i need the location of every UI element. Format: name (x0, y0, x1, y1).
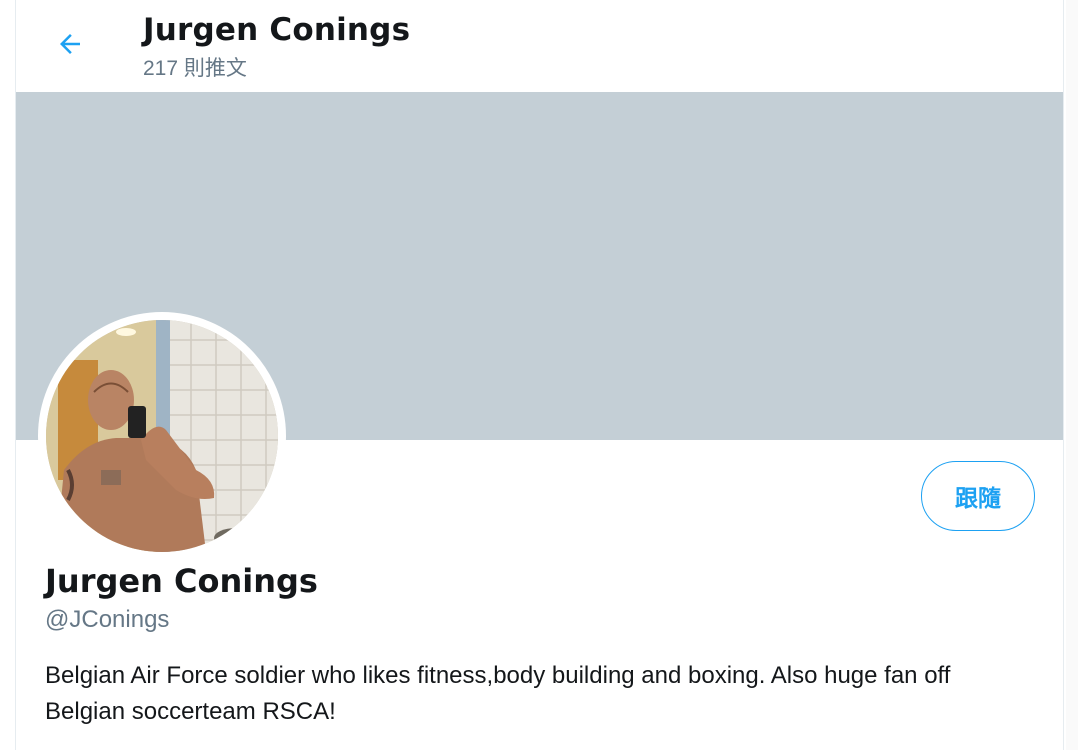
avatar-ring (38, 312, 286, 560)
avatar[interactable] (46, 320, 278, 552)
profile-bio: Belgian Air Force soldier who likes fitn… (45, 662, 951, 725)
profile-column: Jurgen Conings 217 則推文 跟隨 Jurgen Conings… (15, 0, 1064, 750)
header-title: Jurgen Conings (143, 12, 411, 48)
follow-button[interactable]: 跟隨 (921, 461, 1035, 531)
avatar-photo (46, 320, 278, 552)
top-bar: Jurgen Conings 217 則推文 (16, 0, 1063, 92)
back-arrow-icon (60, 34, 80, 54)
scrollbar-track[interactable] (1066, 0, 1078, 750)
back-button[interactable] (52, 26, 88, 62)
display-name: Jurgen Conings (45, 562, 318, 600)
tweet-count: 217 則推文 (143, 57, 247, 80)
user-handle: @JConings (45, 606, 170, 633)
